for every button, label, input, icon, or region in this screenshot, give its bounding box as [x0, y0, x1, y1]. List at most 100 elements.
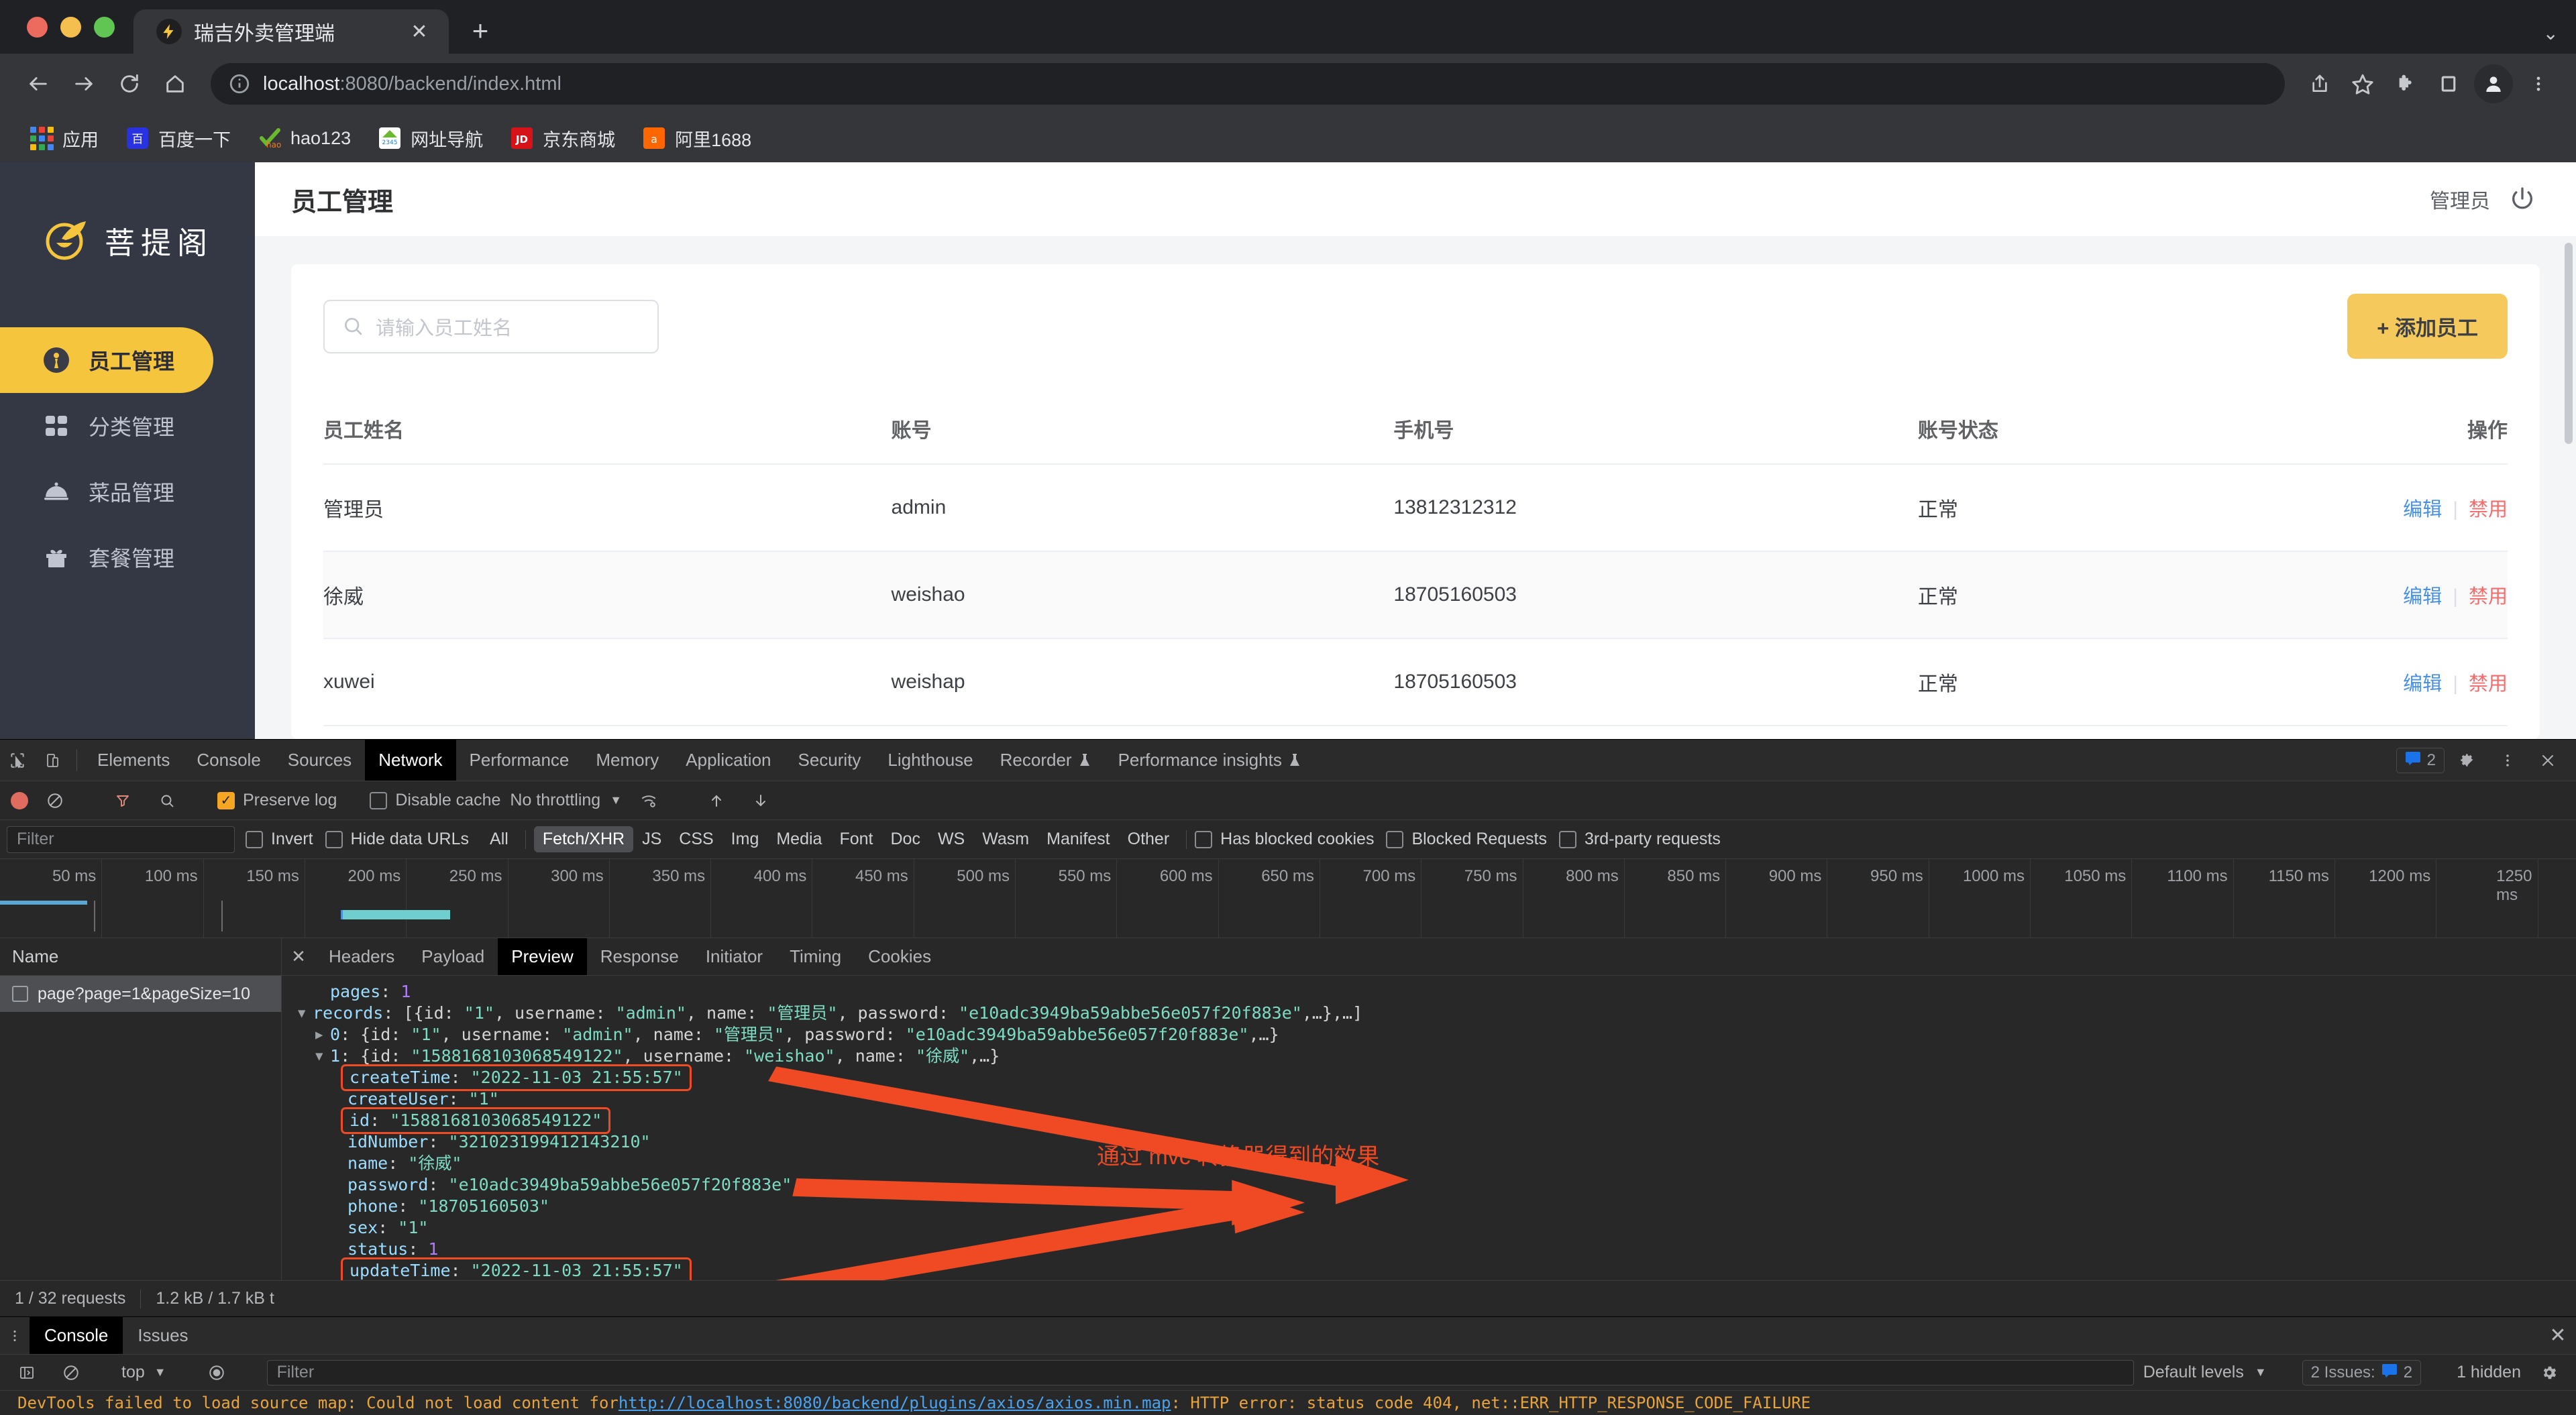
devtools-tab-elements[interactable]: Elements: [84, 740, 183, 781]
devtools-settings-gear-icon[interactable]: [2450, 752, 2485, 769]
new-tab-button[interactable]: +: [460, 10, 501, 52]
logout-power-icon[interactable]: [2509, 185, 2537, 213]
third-party-requests-checkbox[interactable]: 3rd-party requests: [1559, 830, 1721, 849]
console-sidebar-icon[interactable]: [9, 1365, 44, 1381]
drawer-tab-console[interactable]: Console: [30, 1317, 123, 1354]
browser-tab[interactable]: 瑞吉外卖管理端 ✕: [133, 9, 449, 54]
detail-tab-timing[interactable]: Timing: [776, 938, 855, 975]
devtools-tab-console[interactable]: Console: [183, 740, 274, 781]
site-info-icon[interactable]: [228, 72, 251, 95]
search-requests-icon[interactable]: [150, 793, 184, 809]
detail-tab-headers[interactable]: Headers: [315, 938, 408, 975]
drawer-close-icon[interactable]: ✕: [2540, 1317, 2576, 1354]
expand-triangle-icon[interactable]: ▶: [315, 1027, 326, 1043]
devtools-tab-memory[interactable]: Memory: [582, 740, 672, 781]
detail-tab-cookies[interactable]: Cookies: [855, 938, 945, 975]
forward-arrow-icon[interactable]: [63, 63, 105, 105]
bookmark-nav[interactable]: 2345 网址导航: [367, 120, 494, 157]
sidebar-item-category[interactable]: 分类管理: [0, 393, 213, 459]
issues-counter-chip[interactable]: 2: [2396, 748, 2445, 773]
console-settings-gear-icon[interactable]: [2532, 1364, 2567, 1381]
console-context-select[interactable]: top: [121, 1363, 145, 1382]
share-icon[interactable]: [2300, 64, 2340, 104]
preserve-log-checkbox[interactable]: Preserve log: [217, 791, 337, 810]
inspect-element-icon[interactable]: [0, 740, 35, 781]
sidebar-item-dish[interactable]: 菜品管理: [0, 459, 213, 524]
request-list-item[interactable]: page?page=1&pageSize=10: [0, 976, 281, 1012]
search-input[interactable]: 请输入员工姓名: [323, 300, 659, 353]
devtools-tab-network[interactable]: Network: [365, 740, 455, 781]
devtools-tab-security[interactable]: Security: [785, 740, 875, 781]
reload-icon[interactable]: [109, 63, 150, 105]
devtools-more-options-icon[interactable]: [2490, 752, 2525, 769]
console-issues-chip[interactable]: 2 Issues: 2: [2302, 1360, 2421, 1385]
drawer-tab-issues[interactable]: Issues: [123, 1317, 203, 1354]
disable-link[interactable]: 禁用: [2469, 673, 2508, 695]
filter-type-other[interactable]: Other: [1119, 826, 1179, 852]
close-tab-icon[interactable]: ✕: [406, 18, 433, 45]
minimize-window-button[interactable]: [60, 17, 81, 38]
address-bar[interactable]: localhost:8080/backend/index.html: [211, 63, 2285, 105]
collapse-triangle-icon[interactable]: ▼: [298, 1005, 309, 1022]
detail-tab-response[interactable]: Response: [587, 938, 692, 975]
console-message-link[interactable]: http://localhost:8080/backend/plugins/ax…: [619, 1394, 1171, 1412]
back-arrow-icon[interactable]: [17, 63, 59, 105]
console-filter-input[interactable]: Filter: [267, 1360, 2134, 1385]
page-scrollbar[interactable]: [2565, 243, 2573, 444]
sidebar-item-employee[interactable]: 员工管理: [0, 327, 213, 393]
devtools-close-icon[interactable]: [2530, 752, 2565, 769]
throttling-select[interactable]: No throttling: [510, 791, 600, 810]
record-network-log-button[interactable]: [11, 792, 28, 809]
devtools-tab-performance-insights[interactable]: Performance insights: [1105, 740, 1315, 781]
edit-link[interactable]: 编辑: [2403, 673, 2442, 695]
device-toolbar-icon[interactable]: [35, 740, 70, 781]
network-overview-timeline[interactable]: 50 ms100 ms150 ms200 ms250 ms300 ms350 m…: [0, 859, 2576, 938]
network-conditions-icon[interactable]: [631, 792, 666, 809]
disable-link[interactable]: 禁用: [2469, 499, 2508, 520]
devtools-tab-lighthouse[interactable]: Lighthouse: [874, 740, 986, 781]
clear-network-log-icon[interactable]: [38, 792, 72, 809]
drawer-more-icon[interactable]: [0, 1317, 30, 1354]
home-icon[interactable]: [154, 63, 196, 105]
devtools-tab-application[interactable]: Application: [672, 740, 784, 781]
console-levels-select[interactable]: Default levels: [2143, 1363, 2244, 1382]
disable-link[interactable]: 禁用: [2469, 586, 2508, 608]
devtools-tab-recorder[interactable]: Recorder: [987, 740, 1105, 781]
live-expression-eye-icon[interactable]: [199, 1364, 234, 1381]
filter-type-font[interactable]: Font: [830, 826, 881, 852]
filter-type-css[interactable]: CSS: [670, 826, 722, 852]
devtools-tab-performance[interactable]: Performance: [456, 740, 583, 781]
json-preview-tree[interactable]: pages: 1▼records: [{id: "1", username: "…: [282, 976, 2576, 1280]
blocked-requests-checkbox[interactable]: Blocked Requests: [1386, 830, 1547, 849]
side-panel-icon[interactable]: [2428, 64, 2469, 104]
network-filter-input[interactable]: Filter: [7, 826, 235, 853]
has-blocked-cookies-checkbox[interactable]: Has blocked cookies: [1195, 830, 1374, 849]
sidebar-item-combo[interactable]: 套餐管理: [0, 524, 213, 590]
detail-tab-preview[interactable]: Preview: [498, 938, 586, 975]
disable-cache-checkbox[interactable]: Disable cache: [370, 791, 500, 810]
close-detail-icon[interactable]: ✕: [282, 938, 315, 975]
kebab-menu-icon[interactable]: [2518, 64, 2559, 104]
bookmark-hao123[interactable]: hao hao123: [247, 121, 362, 156]
clear-console-icon[interactable]: [54, 1364, 89, 1381]
filter-type-ws[interactable]: WS: [929, 826, 973, 852]
export-har-icon[interactable]: [743, 792, 778, 809]
detail-tab-payload[interactable]: Payload: [408, 938, 498, 975]
close-window-button[interactable]: [27, 17, 48, 38]
maximize-window-button[interactable]: [94, 17, 115, 38]
collapse-triangle-icon[interactable]: ▼: [315, 1048, 326, 1065]
bookmark-apps[interactable]: 应用: [19, 120, 109, 157]
bookmark-baidu[interactable]: 百 百度一下: [115, 120, 241, 157]
chevron-down-icon[interactable]: ▼: [2255, 1365, 2267, 1379]
filter-type-doc[interactable]: Doc: [881, 826, 928, 852]
add-employee-button[interactable]: + 添加员工: [2347, 294, 2508, 359]
edit-link[interactable]: 编辑: [2403, 499, 2442, 520]
extensions-icon[interactable]: [2385, 64, 2426, 104]
profile-avatar[interactable]: [2474, 64, 2513, 103]
filter-type-media[interactable]: Media: [767, 826, 830, 852]
filter-type-manifest[interactable]: Manifest: [1038, 826, 1118, 852]
bookmark-jd[interactable]: JD 京东商城: [499, 120, 626, 157]
bookmark-alibaba[interactable]: a 阿里1688: [631, 120, 762, 157]
edit-link[interactable]: 编辑: [2403, 586, 2442, 608]
chevron-down-icon[interactable]: ▼: [154, 1365, 166, 1379]
